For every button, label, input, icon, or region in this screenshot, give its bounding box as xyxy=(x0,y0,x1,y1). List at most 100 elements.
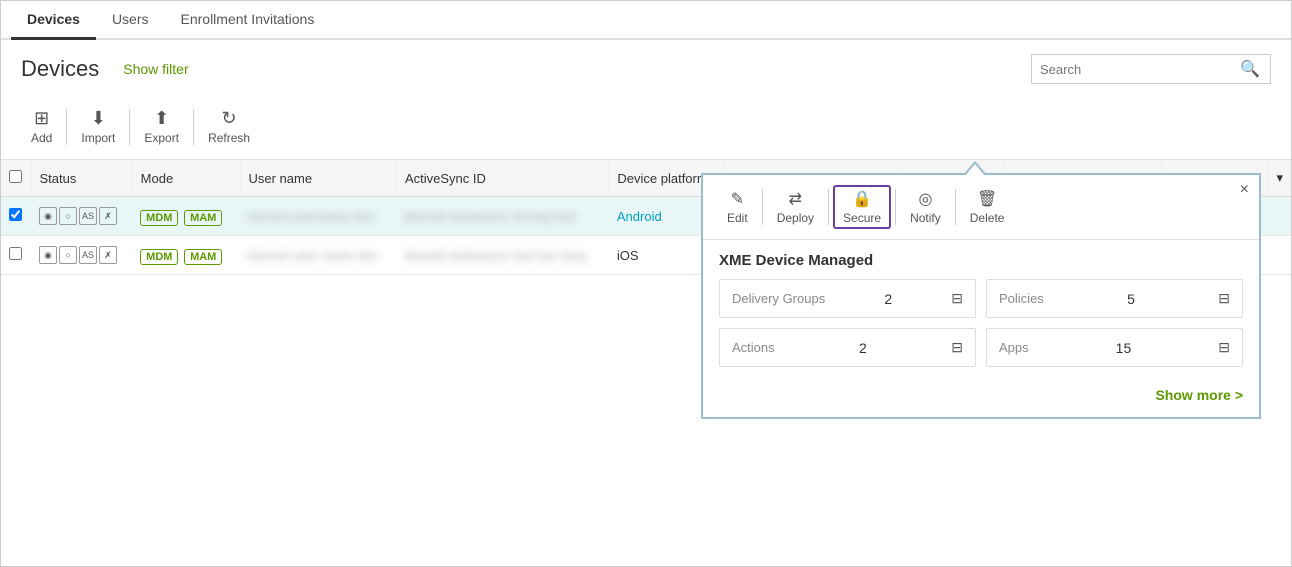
popup-toolbar: ✎ Edit ⇄ Deploy 🔒 Secure ◎ Notify 🗑 Dele… xyxy=(703,175,1259,240)
header-mode: Mode xyxy=(132,160,240,197)
header-username: User name xyxy=(240,160,396,197)
row2-checkbox[interactable] xyxy=(9,247,22,260)
edit-label: Edit xyxy=(727,211,748,225)
search-box: 🔍 xyxy=(1031,54,1271,84)
row1-checkbox[interactable] xyxy=(9,208,22,221)
apps-card[interactable]: Apps 15 ⊟ xyxy=(986,328,1243,367)
policies-count: 5 xyxy=(1127,291,1135,307)
policies-icon: ⊟ xyxy=(1218,290,1230,307)
status-icon-2: ○ xyxy=(59,207,77,225)
top-navigation: Devices Users Enrollment Invitations xyxy=(1,1,1291,40)
status-icon-3: AS xyxy=(79,207,97,225)
search-input[interactable] xyxy=(1040,62,1240,77)
row1-checkbox-cell[interactable] xyxy=(1,197,31,236)
android-link[interactable]: Android xyxy=(617,209,662,224)
apps-label: Apps xyxy=(999,340,1029,355)
tab-users[interactable]: Users xyxy=(96,1,165,40)
actions-count: 2 xyxy=(859,340,867,356)
badge-mam: MAM xyxy=(184,210,222,226)
popup-secure-button[interactable]: 🔒 Secure xyxy=(833,185,891,229)
header-more[interactable]: ▾ xyxy=(1268,160,1291,197)
export-label: Export xyxy=(144,131,179,145)
main-toolbar: ⊞ Add ⬇ Import ⬆ Export ↻ Refresh xyxy=(1,98,1291,160)
row1-status-icons: ◉ ○ AS ✗ xyxy=(39,207,124,225)
import-button[interactable]: ⬇ Import xyxy=(71,104,125,149)
tab-devices[interactable]: Devices xyxy=(11,1,96,40)
row2-extra xyxy=(1268,236,1291,275)
secure-icon: 🔒 xyxy=(852,189,872,209)
row1-status: ◉ ○ AS ✗ xyxy=(31,197,132,236)
popup-footer: Show more > xyxy=(703,377,1259,417)
select-all-checkbox[interactable] xyxy=(9,170,22,183)
delete-icon: 🗑 xyxy=(977,189,997,209)
row1-username: blurred username text xyxy=(240,197,396,236)
import-icon: ⬇ xyxy=(91,108,106,129)
device-detail-popup: × ✎ Edit ⇄ Deploy 🔒 Secure ◎ Notify xyxy=(701,173,1261,419)
row2-activesync-id: blurred activesync text two long xyxy=(396,236,608,275)
toolbar-divider-3 xyxy=(193,109,194,145)
popup-delete-button[interactable]: 🗑 Delete xyxy=(960,185,1015,229)
policies-label: Policies xyxy=(999,291,1044,306)
row2-checkbox-cell[interactable] xyxy=(1,236,31,275)
row1-extra xyxy=(1268,197,1291,236)
refresh-button[interactable]: ↻ Refresh xyxy=(198,104,260,149)
popup-title: XME Device Managed xyxy=(703,240,1259,279)
toolbar-divider-1 xyxy=(66,109,67,145)
badge-mam-2: MAM xyxy=(184,249,222,265)
page-header: Devices Show filter 🔍 xyxy=(1,40,1291,98)
delivery-groups-card[interactable]: Delivery Groups 2 ⊟ xyxy=(719,279,976,318)
export-button[interactable]: ⬆ Export xyxy=(134,104,189,149)
export-icon: ⬆ xyxy=(154,108,169,129)
status-icon-1: ◉ xyxy=(39,207,57,225)
notify-label: Notify xyxy=(910,211,941,225)
tab-enrollment-invitations[interactable]: Enrollment Invitations xyxy=(165,1,331,40)
popup-close-button[interactable]: × xyxy=(1240,181,1249,199)
search-icon[interactable]: 🔍 xyxy=(1240,59,1260,79)
notify-icon: ◎ xyxy=(918,189,932,209)
popup-divider-1 xyxy=(762,189,763,225)
page-title: Devices xyxy=(21,56,99,82)
popup-deploy-button[interactable]: ⇄ Deploy xyxy=(767,185,824,229)
refresh-label: Refresh xyxy=(208,131,250,145)
show-more-link[interactable]: Show more > xyxy=(1155,387,1243,403)
refresh-icon: ↻ xyxy=(222,108,237,129)
popup-notify-button[interactable]: ◎ Notify xyxy=(900,185,951,229)
popup-edit-button[interactable]: ✎ Edit xyxy=(717,185,758,229)
header-activesync-id: ActiveSync ID xyxy=(396,160,608,197)
header-select-all[interactable] xyxy=(1,160,31,197)
status-icon-7: AS xyxy=(79,246,97,264)
status-icon-6: ○ xyxy=(59,246,77,264)
toolbar-divider-2 xyxy=(129,109,130,145)
deploy-label: Deploy xyxy=(777,211,814,225)
edit-icon: ✎ xyxy=(731,189,744,209)
row2-username: blurred user name two xyxy=(240,236,396,275)
status-icon-5: ◉ xyxy=(39,246,57,264)
apps-count: 15 xyxy=(1116,340,1132,356)
delete-label: Delete xyxy=(970,211,1005,225)
badge-mdm: MDM xyxy=(140,210,178,226)
status-icon-8: ✗ xyxy=(99,246,117,264)
actions-card[interactable]: Actions 2 ⊟ xyxy=(719,328,976,367)
add-icon: ⊞ xyxy=(34,108,49,129)
import-label: Import xyxy=(81,131,115,145)
row2-mode: MDM MAM xyxy=(132,236,240,275)
policies-card[interactable]: Policies 5 ⊟ xyxy=(986,279,1243,318)
add-label: Add xyxy=(31,131,52,145)
add-button[interactable]: ⊞ Add xyxy=(21,104,62,149)
apps-icon: ⊟ xyxy=(1218,339,1230,356)
popup-divider-4 xyxy=(955,189,956,225)
popup-divider-3 xyxy=(895,189,896,225)
popup-cards-grid: Delivery Groups 2 ⊟ Policies 5 ⊟ Actions… xyxy=(703,279,1259,377)
delivery-groups-icon: ⊟ xyxy=(951,290,963,307)
status-icon-4: ✗ xyxy=(99,207,117,225)
popup-divider-2 xyxy=(828,189,829,225)
deploy-icon: ⇄ xyxy=(789,189,802,209)
delivery-groups-count: 2 xyxy=(884,291,892,307)
row2-status: ◉ ○ AS ✗ xyxy=(31,236,132,275)
row1-mode: MDM MAM xyxy=(132,197,240,236)
row1-activesync-id: blurred activesync id long text xyxy=(396,197,608,236)
show-filter-link[interactable]: Show filter xyxy=(123,61,188,77)
popup-arrow-inner xyxy=(965,164,985,176)
header-status: Status xyxy=(31,160,132,197)
row2-status-icons: ◉ ○ AS ✗ xyxy=(39,246,124,264)
